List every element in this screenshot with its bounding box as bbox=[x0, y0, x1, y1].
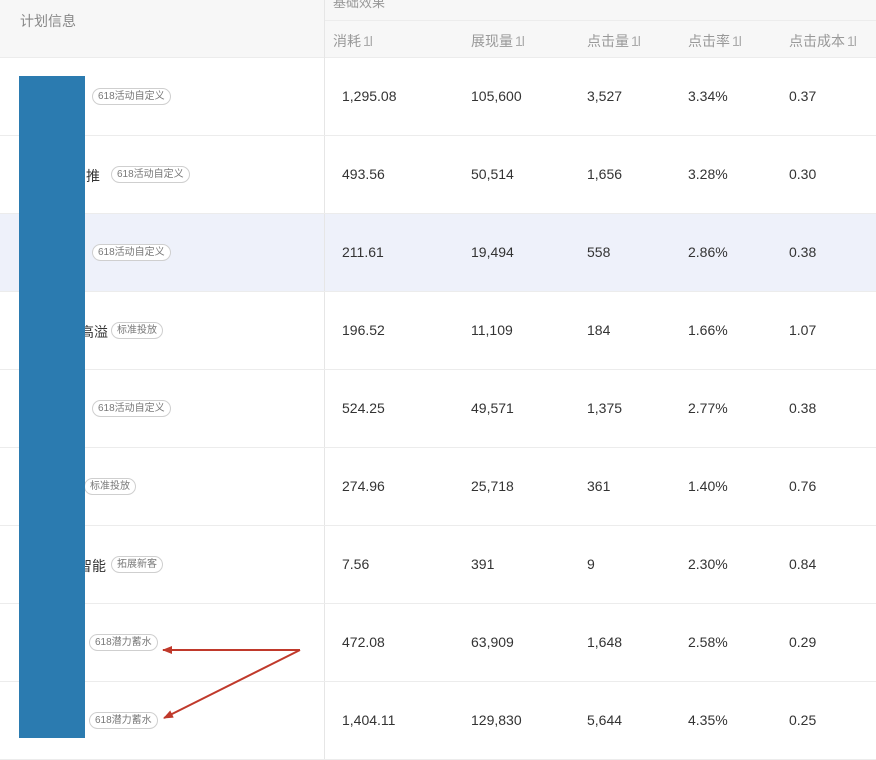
column-header-impressions[interactable]: 展现量 1l bbox=[471, 31, 525, 51]
impressions-value: 25,718 bbox=[471, 478, 514, 494]
basic-effect-group-label: 基础效果 bbox=[333, 0, 386, 10]
cpc-value: 0.76 bbox=[789, 478, 817, 494]
ctr-value: 3.34% bbox=[688, 88, 728, 104]
cost-value: 1,295.08 bbox=[342, 88, 397, 104]
cpc-value: 1.07 bbox=[789, 322, 817, 338]
column-header-label: 消耗 bbox=[333, 33, 361, 49]
table-row[interactable]: 618潜力蓄水 1,404.11 129,830 5,644 4.35% 0.2… bbox=[0, 682, 876, 760]
ctr-value: 2.77% bbox=[688, 400, 728, 416]
impressions-value: 19,494 bbox=[471, 244, 514, 260]
impressions-value: 63,909 bbox=[471, 634, 514, 650]
cpc-value: 0.37 bbox=[789, 88, 817, 104]
plan-tag-badge: 618潜力蓄水 bbox=[89, 634, 158, 651]
plan-tag-badge: 拓展新客 bbox=[111, 556, 163, 573]
cpc-value: 0.29 bbox=[789, 634, 817, 650]
cpc-value: 0.25 bbox=[789, 712, 817, 728]
cost-value: 1,404.11 bbox=[342, 712, 396, 728]
impressions-value: 49,571 bbox=[471, 400, 514, 416]
plan-tag-badge: 618潜力蓄水 bbox=[89, 712, 158, 729]
clicks-value: 3,527 bbox=[587, 88, 623, 104]
plan-tag-badge: 618活动自定义 bbox=[92, 88, 171, 105]
table-row[interactable]: 618活动自定义 524.25 49,571 1,375 2.77% 0.38 bbox=[0, 370, 876, 448]
ctr-value: 2.86% bbox=[688, 244, 728, 260]
table-row[interactable]: 标准投放 274.96 25,718 361 1.40% 0.76 bbox=[0, 448, 876, 526]
ctr-value: 1.66% bbox=[688, 322, 728, 338]
plan-tag-badge: 618活动自定义 bbox=[92, 400, 171, 417]
cost-value: 196.52 bbox=[342, 322, 385, 338]
column-header-cpc[interactable]: 点击成本 1l bbox=[789, 31, 857, 51]
ctr-value: 3.28% bbox=[688, 166, 728, 182]
clicks-value: 361 bbox=[587, 478, 611, 494]
clicks-value: 9 bbox=[587, 556, 595, 572]
cpc-value: 0.38 bbox=[789, 400, 817, 416]
table-row[interactable]: 618活动自定义 211.61 19,494 558 2.86% 0.38 bbox=[0, 214, 876, 292]
ctr-value: 4.35% bbox=[688, 712, 728, 728]
impressions-value: 50,514 bbox=[471, 166, 514, 182]
table-row[interactable]: 高溢 标准投放 196.52 11,109 184 1.66% 1.07 bbox=[0, 292, 876, 370]
impressions-value: 105,600 bbox=[471, 88, 522, 104]
ctr-value: 1.40% bbox=[688, 478, 728, 494]
column-header-ctr[interactable]: 点击率 1l bbox=[688, 31, 742, 51]
table-row[interactable]: 推 618活动自定义 493.56 50,514 1,656 3.28% 0.3… bbox=[0, 136, 876, 214]
sort-icon[interactable]: 1l bbox=[363, 33, 373, 49]
column-header-cost[interactable]: 消耗 1l bbox=[333, 31, 373, 51]
clicks-value: 1,648 bbox=[587, 634, 623, 650]
cpc-value: 0.30 bbox=[789, 166, 817, 182]
cost-value: 274.96 bbox=[342, 478, 385, 494]
column-header-label: 点击率 bbox=[688, 33, 730, 49]
impressions-value: 391 bbox=[471, 556, 495, 572]
clicks-value: 1,375 bbox=[587, 400, 623, 416]
clicks-value: 1,656 bbox=[587, 166, 623, 182]
sort-icon[interactable]: 1l bbox=[631, 33, 641, 49]
plan-tag-badge: 标准投放 bbox=[84, 478, 136, 495]
impressions-value: 129,830 bbox=[471, 712, 522, 728]
sort-icon[interactable]: 1l bbox=[515, 33, 525, 49]
cost-value: 524.25 bbox=[342, 400, 385, 416]
plan-tag-badge: 标准投放 bbox=[111, 322, 163, 339]
table-row[interactable]: 618潜力蓄水 472.08 63,909 1,648 2.58% 0.29 bbox=[0, 604, 876, 682]
cost-value: 493.56 bbox=[342, 166, 385, 182]
plan-info-header: 计划信息 bbox=[0, 0, 324, 58]
sort-icon[interactable]: 1l bbox=[847, 33, 857, 49]
column-header-label: 点击成本 bbox=[789, 33, 845, 49]
table-row[interactable]: 618活动自定义 1,295.08 105,600 3,527 3.34% 0.… bbox=[0, 58, 876, 136]
column-header-label: 点击量 bbox=[587, 33, 629, 49]
clicks-value: 184 bbox=[587, 322, 611, 338]
table-row[interactable]: 智能 拓展新客 7.56 391 9 2.30% 0.84 bbox=[0, 526, 876, 604]
redaction-mask bbox=[19, 76, 85, 738]
column-header-row: 消耗 1l 展现量 1l 点击量 1l 点击率 1l 点击成本 1l bbox=[325, 21, 876, 58]
plan-tag-badge: 618活动自定义 bbox=[111, 166, 190, 183]
ctr-value: 2.30% bbox=[688, 556, 728, 572]
clicks-value: 5,644 bbox=[587, 712, 623, 728]
plan-tag-badge: 618活动自定义 bbox=[92, 244, 171, 261]
ctr-value: 2.58% bbox=[688, 634, 728, 650]
cost-value: 211.61 bbox=[342, 244, 384, 260]
impressions-value: 11,109 bbox=[471, 322, 513, 338]
plan-name[interactable]: 推 bbox=[86, 166, 100, 186]
cost-value: 472.08 bbox=[342, 634, 385, 650]
column-header-label: 展现量 bbox=[471, 33, 513, 49]
clicks-value: 558 bbox=[587, 244, 611, 260]
cpc-value: 0.84 bbox=[789, 556, 817, 572]
sort-icon[interactable]: 1l bbox=[732, 33, 742, 49]
cost-value: 7.56 bbox=[342, 556, 370, 572]
basic-effect-group-header: 基础效果 bbox=[325, 0, 876, 21]
column-header-clicks[interactable]: 点击量 1l bbox=[587, 31, 641, 51]
cpc-value: 0.38 bbox=[789, 244, 817, 260]
plan-info-header-label: 计划信息 bbox=[20, 13, 76, 29]
